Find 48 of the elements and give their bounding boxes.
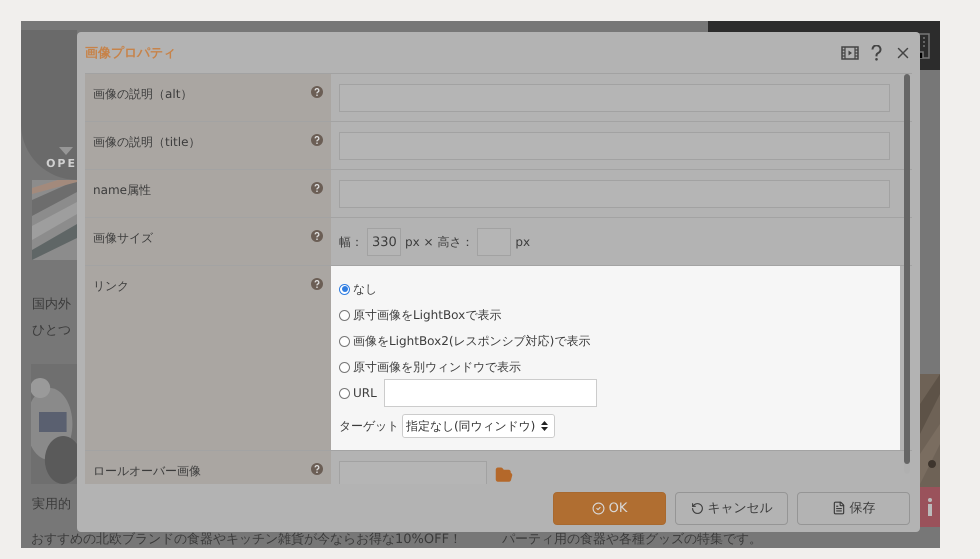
help-icon[interactable]	[311, 134, 323, 146]
field-label: リンク	[93, 278, 129, 295]
save-button[interactable]: 保存	[797, 492, 910, 524]
field-label: 画像サイズ	[93, 230, 153, 247]
document-icon	[832, 501, 846, 515]
width-field[interactable]: 330	[367, 228, 401, 256]
radio-button[interactable]	[339, 284, 350, 294]
radio-button[interactable]	[339, 310, 350, 320]
body-text: 実用的	[32, 496, 72, 514]
body-text: パーティ用の食器や各種グッズの特集です。	[502, 532, 762, 548]
radio-label: なし	[353, 280, 377, 298]
radio-label: 画像をLightBox2(レスポンシブ対応)で表示	[353, 332, 590, 350]
radio-label: URL	[353, 386, 377, 400]
film-icon[interactable]	[841, 46, 859, 60]
radio-label: 原寸画像をLightBoxで表示	[353, 306, 502, 324]
triangle-icon	[59, 147, 73, 155]
dialog-title: 画像プロパティ	[85, 44, 176, 62]
height-label: px × 高さ：	[405, 234, 474, 250]
help-icon[interactable]	[871, 44, 882, 60]
field-label: 画像の説明（alt）	[93, 86, 192, 103]
check-icon	[592, 502, 605, 514]
unit-label: px	[515, 235, 530, 249]
help-icon[interactable]	[311, 463, 323, 475]
target-select[interactable]: 指定なし(同ウィンドウ)	[402, 414, 556, 438]
body-text: 国内外	[32, 296, 72, 314]
field-label: name属性	[93, 182, 152, 199]
ok-button[interactable]: OK	[553, 492, 666, 524]
radio-button[interactable]	[339, 362, 350, 372]
field-label: 画像の説明（title）	[93, 134, 200, 151]
url-field[interactable]	[384, 379, 597, 407]
target-label: ターゲット	[339, 418, 399, 434]
body-text: ひとつ	[32, 322, 72, 340]
width-label: 幅：	[339, 234, 363, 250]
body-text: おすすめの北欧ブランドの食器やキッチン雑貨が今ならお得な10%OFF！	[31, 532, 462, 548]
radio-button[interactable]	[339, 336, 350, 346]
menu-label: OPE	[46, 157, 77, 170]
help-icon[interactable]	[311, 86, 323, 98]
info-icon	[927, 498, 933, 516]
field-label: ロールオーバー画像	[93, 463, 201, 480]
radio-button[interactable]	[339, 388, 350, 398]
undo-icon	[690, 502, 704, 514]
help-icon[interactable]	[311, 182, 323, 194]
cancel-button[interactable]: キャンセル	[675, 492, 788, 524]
help-icon[interactable]	[311, 278, 323, 290]
radio-label: 原寸画像を別ウィンドウで表示	[353, 358, 521, 376]
info-badge[interactable]	[920, 487, 940, 527]
help-icon[interactable]	[311, 230, 323, 242]
sort-icon	[541, 421, 548, 431]
